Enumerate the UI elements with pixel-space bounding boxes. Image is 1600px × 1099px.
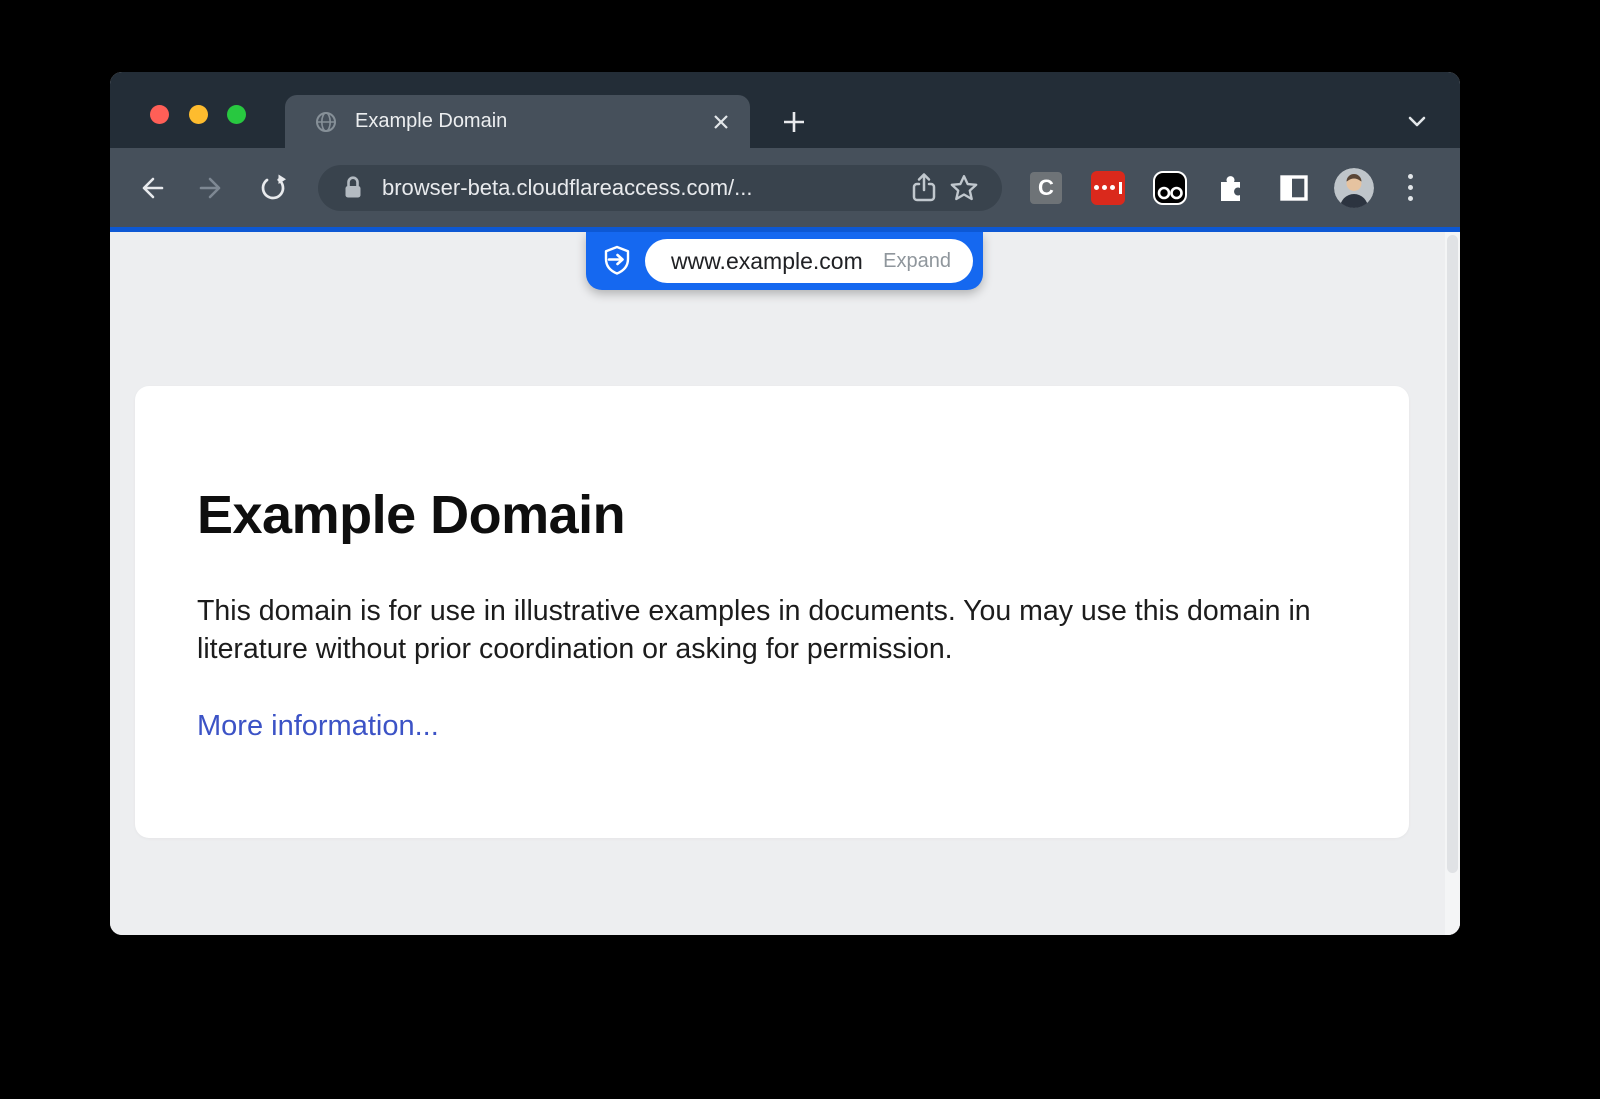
share-icon[interactable]: [904, 168, 944, 208]
scrollbar-track[interactable]: [1445, 232, 1460, 935]
back-icon[interactable]: [128, 165, 174, 211]
page-paragraph: This domain is for use in illustrative e…: [197, 592, 1347, 668]
url-text: browser-beta.cloudflareaccess.com/...: [382, 175, 904, 201]
new-tab-button[interactable]: [774, 102, 814, 142]
access-domain-bar: www.example.com Expand: [586, 232, 983, 290]
c-extension-icon[interactable]: C: [1028, 170, 1064, 206]
access-expand-button[interactable]: Expand: [883, 250, 951, 273]
dual-circle-extension-icon[interactable]: [1152, 170, 1188, 206]
tab-close-icon[interactable]: [706, 107, 736, 137]
access-domain-pill[interactable]: www.example.com Expand: [645, 239, 973, 283]
chevron-down-icon[interactable]: [1398, 104, 1436, 138]
traffic-zoom-button[interactable]: [227, 105, 246, 124]
content-card: Example Domain This domain is for use in…: [135, 386, 1409, 838]
lock-icon[interactable]: [340, 174, 366, 202]
page-title: Example Domain: [197, 484, 1347, 546]
tab-title: Example Domain: [355, 110, 706, 133]
tab-strip: Example Domain: [110, 72, 1460, 148]
traffic-minimize-button[interactable]: [189, 105, 208, 124]
side-panel-icon[interactable]: [1276, 170, 1312, 206]
page-viewport: www.example.com Expand Example Domain Th…: [110, 232, 1460, 935]
kebab-menu-icon[interactable]: [1392, 170, 1428, 206]
profile-avatar[interactable]: [1334, 168, 1374, 208]
scrollbar-thumb[interactable]: [1447, 235, 1458, 873]
reload-icon[interactable]: [250, 165, 296, 211]
toolbar: browser-beta.cloudflareaccess.com/... C: [110, 148, 1460, 227]
lastpass-extension-icon[interactable]: [1090, 170, 1126, 206]
globe-favicon-icon: [315, 111, 337, 133]
access-domain-text: www.example.com: [671, 248, 865, 275]
shield-arrow-icon: [602, 244, 632, 278]
more-information-link[interactable]: More information...: [197, 710, 439, 743]
puzzle-extensions-icon[interactable]: [1214, 170, 1250, 206]
traffic-close-button[interactable]: [150, 105, 169, 124]
address-bar[interactable]: browser-beta.cloudflareaccess.com/...: [318, 165, 1002, 211]
bookmark-star-icon[interactable]: [944, 168, 984, 208]
tab-example-domain[interactable]: Example Domain: [285, 95, 750, 148]
browser-window: Example Domain: [110, 72, 1460, 935]
forward-icon[interactable]: [189, 165, 235, 211]
extensions-row: C: [1028, 170, 1312, 206]
